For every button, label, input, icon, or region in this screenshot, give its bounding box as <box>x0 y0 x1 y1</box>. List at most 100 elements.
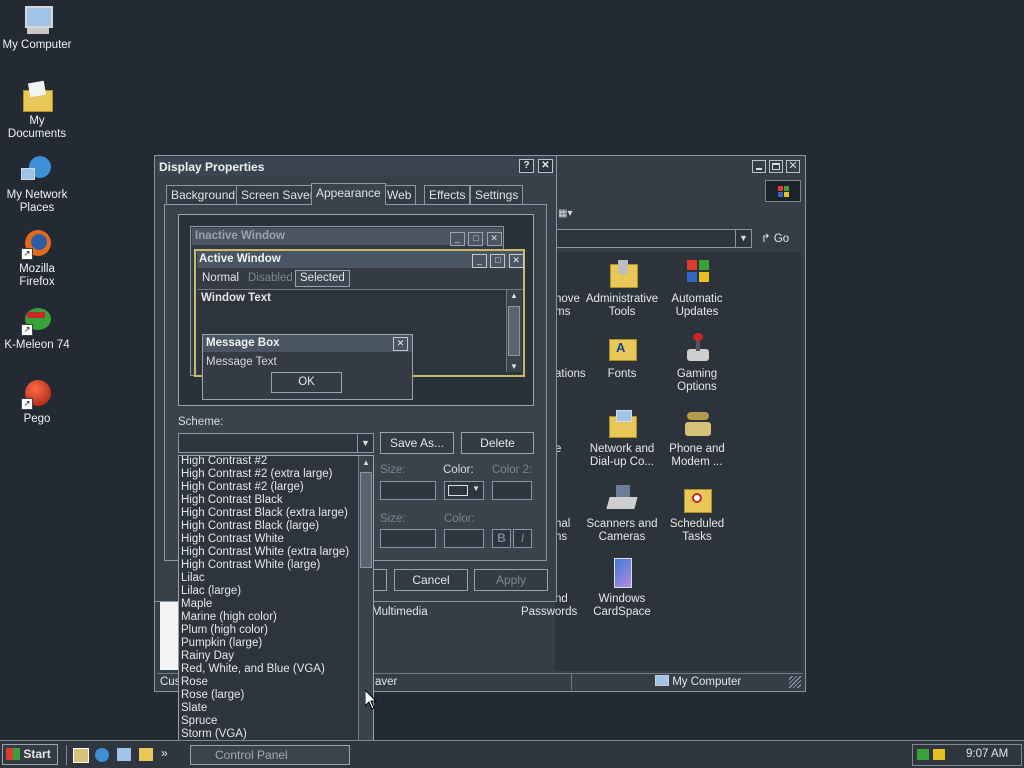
dialog-title-bar[interactable]: Display Properties <box>157 158 554 176</box>
dialog-title: Display Properties <box>159 160 265 174</box>
preview-menu-disabled: Disabled <box>248 272 293 284</box>
preview-active-title-text: Active Window <box>199 253 281 265</box>
delete-button[interactable]: Delete <box>461 432 534 454</box>
partial-label: nal <box>555 518 571 530</box>
scroll-thumb[interactable] <box>360 472 372 568</box>
cp-icon-administrative-tools[interactable]: Administrative Tools <box>584 258 660 319</box>
dialog-close-button[interactable]: ✕ <box>538 159 553 173</box>
firefox-icon: ↗ <box>21 228 53 260</box>
cp-icon-phone-modem[interactable]: Phone and Modem ... <box>659 408 735 469</box>
ie-quicklaunch-icon[interactable] <box>95 748 109 762</box>
cp-icon-automatic-updates[interactable]: Automatic Updates <box>659 258 735 319</box>
save-as-button[interactable]: Save As... <box>380 432 454 454</box>
scheme-option[interactable]: Lilac <box>179 572 359 585</box>
address-bar[interactable]: ▼ <box>555 229 752 248</box>
joystick-icon <box>681 333 713 365</box>
maximize-icon: □ <box>468 232 484 246</box>
k-meleon-icon: ↗ <box>21 304 53 336</box>
desktop-icon-mozilla-firefox[interactable]: ↗ Mozilla Firefox <box>0 228 74 289</box>
partial-label: ms <box>555 306 571 318</box>
start-button[interactable]: Start <box>2 744 58 765</box>
size-field[interactable] <box>380 481 436 500</box>
maximize-button[interactable] <box>769 160 783 173</box>
tab-settings[interactable]: Settings <box>470 185 524 204</box>
views-icon[interactable]: ▦▾ <box>558 208 580 220</box>
color2-picker-button[interactable] <box>492 481 532 500</box>
color-picker-button[interactable]: ▼ <box>444 481 484 500</box>
scheme-option[interactable]: Marine (high color) <box>179 611 359 624</box>
cp-icon-network-dialup[interactable]: Network and Dial-up Co... <box>584 408 660 469</box>
scheme-select[interactable]: ▼ <box>178 433 374 453</box>
cp-icon-fonts[interactable]: A Fonts <box>584 333 660 381</box>
status-pane-my-computer: My Computer <box>655 675 741 688</box>
scheme-option[interactable]: Rainy Day <box>179 650 359 663</box>
scroll-up-arrow-icon[interactable]: ▲ <box>362 458 370 467</box>
explorer-quicklaunch-icon[interactable] <box>139 748 153 761</box>
system-tray: 9:07 AM <box>912 744 1022 766</box>
desktop-icon-my-network-places[interactable]: My Network Places <box>0 154 74 215</box>
minimize-button[interactable] <box>752 160 766 173</box>
scheme-option[interactable]: Lilac (large) <box>179 585 359 598</box>
scheme-option[interactable]: High Contrast White (large) <box>179 559 359 572</box>
cp-icon-gaming-options[interactable]: Gaming Options <box>659 333 735 394</box>
tab-appearance[interactable]: Appearance <box>311 183 386 205</box>
scheme-option[interactable]: High Contrast #2 (large) <box>179 481 359 494</box>
scheme-option[interactable]: Red, White, and Blue (VGA) <box>179 663 359 676</box>
chevron-down-icon[interactable]: ▼ <box>357 434 373 452</box>
scheme-option[interactable]: Rose (large) <box>179 689 359 702</box>
outlook-quicklaunch-icon[interactable] <box>117 748 131 761</box>
status-pane-middle: aver <box>375 676 398 688</box>
tab-background[interactable]: Background <box>166 185 241 204</box>
cancel-button[interactable]: Cancel <box>394 569 468 591</box>
network-tray-icon[interactable] <box>917 749 929 760</box>
preview-inactive-buttons: _ □ ✕ <box>450 230 502 246</box>
close-icon: ✕ <box>541 160 550 171</box>
quicklaunch-chevron[interactable]: » <box>161 746 168 760</box>
font-size-field[interactable] <box>380 529 436 548</box>
desktop-icon-k-meleon[interactable]: ↗ K-Meleon 74 <box>0 304 74 352</box>
taskbar-task-control-panel[interactable]: Control Panel <box>190 745 350 765</box>
scheme-option[interactable]: High Contrast #2 <box>179 456 359 468</box>
scheme-option[interactable]: High Contrast White <box>179 533 359 546</box>
tab-web[interactable]: Web <box>382 185 417 204</box>
cp-icon-scanners-cameras[interactable]: Scanners and Cameras <box>584 483 660 544</box>
help-button[interactable]: ? <box>519 159 534 173</box>
scheme-option[interactable]: Rose <box>179 676 359 689</box>
scheme-option[interactable]: High Contrast Black (large) <box>179 520 359 533</box>
desktop-icon-my-documents[interactable]: My Documents <box>0 80 74 141</box>
scheme-option[interactable]: Plum (high color) <box>179 624 359 637</box>
scheme-option[interactable]: Pumpkin (large) <box>179 637 359 650</box>
scheme-dropdown-list[interactable]: High Contrast #2 High Contrast #2 (extra … <box>178 455 374 753</box>
preview-menu-normal: Normal <box>202 272 240 284</box>
apply-button[interactable]: Apply <box>474 569 548 591</box>
italic-button[interactable]: I <box>513 529 532 548</box>
font-color-button[interactable] <box>444 529 484 548</box>
scroll-thumb <box>508 306 520 356</box>
tab-effects[interactable]: Effects <box>424 185 471 204</box>
desktop-icon-my-computer[interactable]: My Computer <box>0 4 74 52</box>
scheme-option[interactable]: High Contrast Black <box>179 494 359 507</box>
computer-small-icon <box>655 675 669 686</box>
go-button[interactable]: ↱ Go <box>761 231 801 247</box>
scheme-option[interactable]: Maple <box>179 598 359 611</box>
font-color-label: Color: <box>444 513 475 525</box>
ok-button-partial[interactable] <box>372 569 387 591</box>
desktop-icon-pego[interactable]: ↗ Pego <box>0 378 74 426</box>
volume-tray-icon[interactable] <box>933 749 945 760</box>
scheme-option[interactable]: High Contrast #2 (extra large) <box>179 468 359 481</box>
scheme-option[interactable]: High Contrast White (extra large) <box>179 546 359 559</box>
preview-ok-button: OK <box>271 372 342 393</box>
scheme-option[interactable]: High Contrast Black (extra large) <box>179 507 359 520</box>
tab-screen-saver[interactable]: Screen Saver <box>236 185 319 204</box>
scheme-option[interactable]: Spruce <box>179 715 359 728</box>
scheme-option[interactable]: Slate <box>179 702 359 715</box>
clock[interactable]: 9:07 AM <box>966 748 1008 760</box>
cp-icon-scheduled-tasks[interactable]: Scheduled Tasks <box>659 483 735 544</box>
close-button[interactable]: ✕ <box>786 160 800 173</box>
cp-icon-windows-cardspace[interactable]: Windows CardSpace <box>584 558 660 619</box>
desktop-quicklaunch-icon[interactable] <box>73 748 89 763</box>
address-dropdown-arrow[interactable]: ▼ <box>735 230 751 247</box>
bold-button[interactable]: B <box>492 529 511 548</box>
close-icon: ✕ <box>393 337 408 351</box>
resize-grip[interactable] <box>789 676 801 688</box>
